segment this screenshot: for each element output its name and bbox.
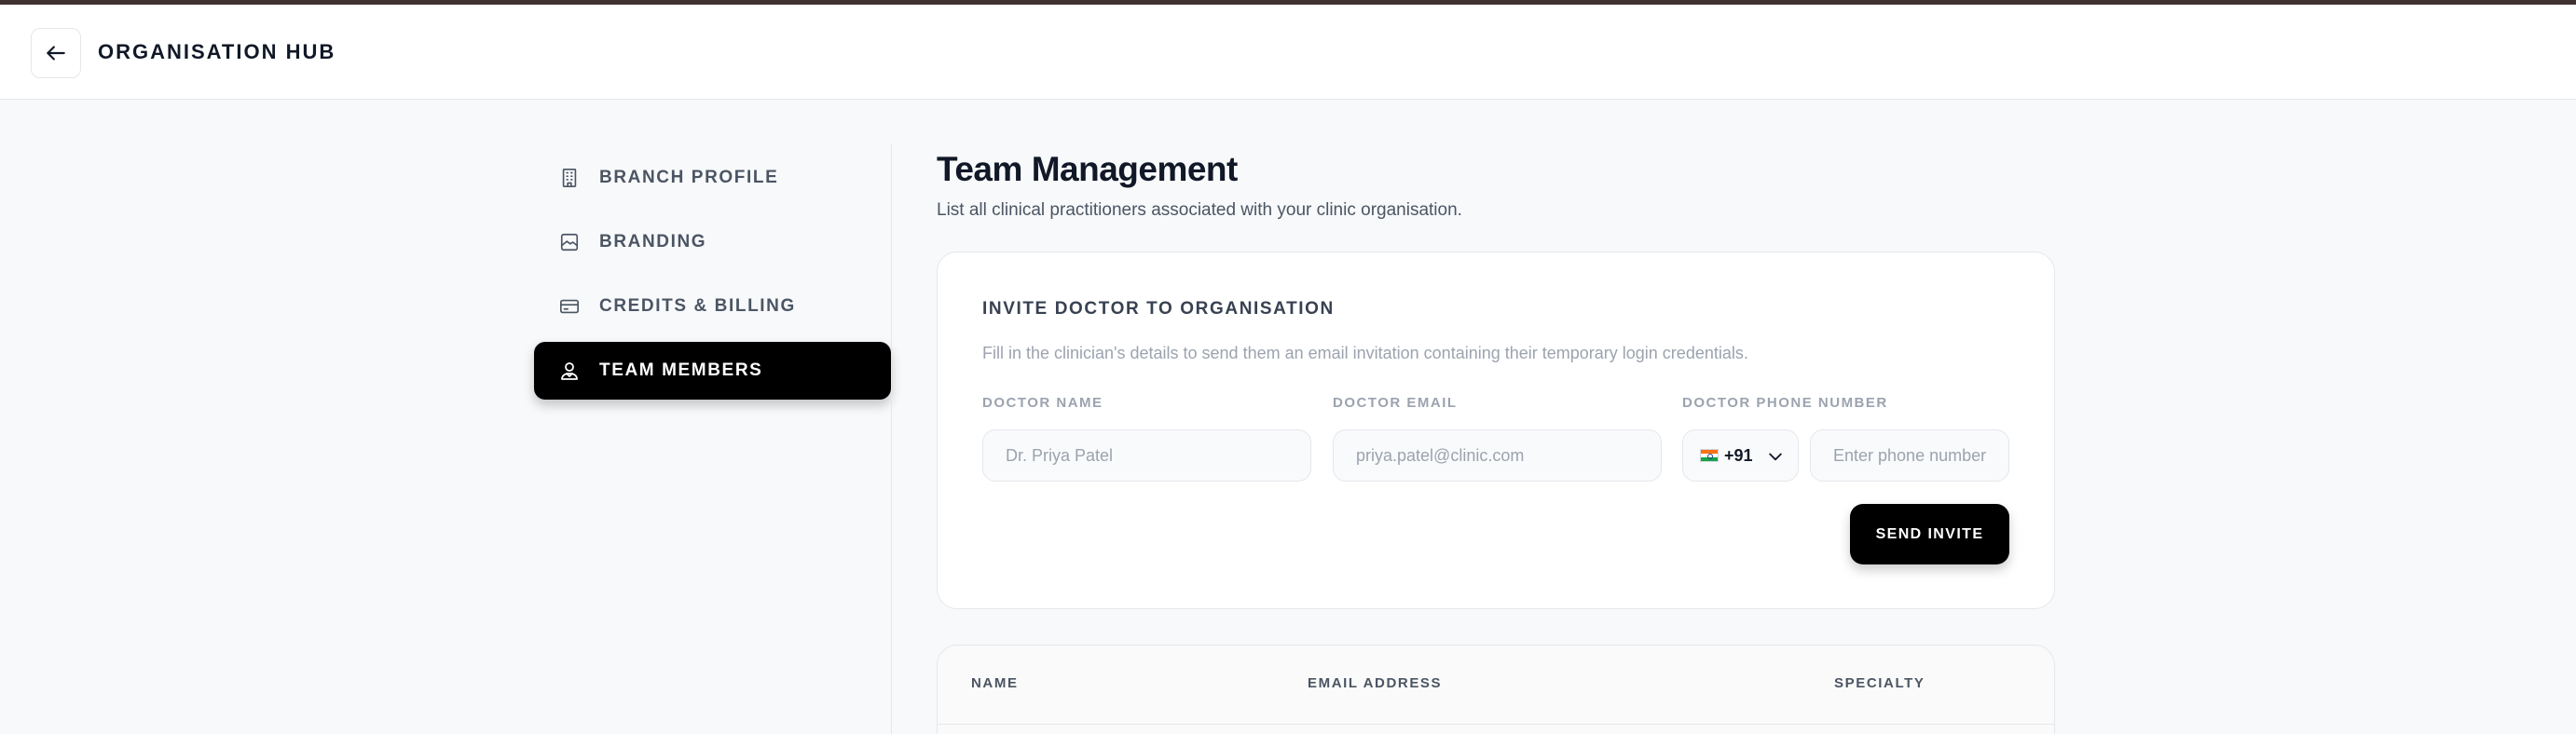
india-flag-icon xyxy=(1700,449,1719,462)
doctor-phone-input[interactable] xyxy=(1810,429,2009,482)
column-header-name: NAME xyxy=(971,675,1019,691)
main-content: Team Management List all clinical practi… xyxy=(937,144,2055,221)
settings-sidebar: BRANCH PROFILE BRANDING CREDITS & BILLIN… xyxy=(534,149,891,406)
page-subtitle: List all clinical practitioners associat… xyxy=(937,200,1462,220)
sidebar-item-label: TEAM MEMBERS xyxy=(599,360,763,380)
sidebar-item-branch-profile[interactable]: BRANCH PROFILE xyxy=(534,149,891,207)
sidebar-item-label: BRANDING xyxy=(599,232,707,251)
sidebar-divider xyxy=(891,144,892,734)
country-code-select[interactable]: +91 xyxy=(1682,429,1799,482)
sidebar-item-label: BRANCH PROFILE xyxy=(599,168,779,187)
app-header: ORGANISATION HUB xyxy=(0,5,2576,100)
invite-card-description: Fill in the clinician's details to send … xyxy=(982,344,1748,362)
back-button[interactable] xyxy=(31,28,81,78)
doctor-name-label: DOCTOR NAME xyxy=(982,395,1103,411)
doctor-email-input[interactable] xyxy=(1333,429,1662,482)
sidebar-item-team-members[interactable]: TEAM MEMBERS xyxy=(534,342,891,400)
sidebar-item-credits-billing[interactable]: CREDITS & BILLING xyxy=(534,278,891,335)
page-header-title: ORGANISATION HUB xyxy=(98,40,336,63)
users-icon xyxy=(558,360,581,382)
team-members-table: NAME EMAIL ADDRESS SPECIALTY xyxy=(937,645,2055,734)
image-icon xyxy=(558,231,581,253)
sidebar-item-branding[interactable]: BRANDING xyxy=(534,213,891,271)
sidebar-item-label: CREDITS & BILLING xyxy=(599,296,796,316)
page-title: Team Management xyxy=(937,150,1238,188)
invite-card-title: INVITE DOCTOR TO ORGANISATION xyxy=(982,299,1335,319)
table-header-divider xyxy=(938,724,2054,725)
arrow-left-icon xyxy=(47,46,65,61)
doctor-name-input[interactable] xyxy=(982,429,1311,482)
country-code-value: +91 xyxy=(1724,445,1753,465)
column-header-email: EMAIL ADDRESS xyxy=(1308,675,1443,691)
credit-card-icon xyxy=(558,295,581,318)
chevron-down-icon xyxy=(1769,453,1782,461)
doctor-phone-label: DOCTOR PHONE NUMBER xyxy=(1682,395,1888,411)
invite-doctor-card: INVITE DOCTOR TO ORGANISATION Fill in th… xyxy=(937,251,2055,609)
building-icon xyxy=(558,167,581,189)
send-invite-button[interactable]: SEND INVITE xyxy=(1850,504,2009,564)
column-header-specialty: SPECIALTY xyxy=(1834,675,1925,691)
doctor-email-label: DOCTOR EMAIL xyxy=(1333,395,1458,411)
